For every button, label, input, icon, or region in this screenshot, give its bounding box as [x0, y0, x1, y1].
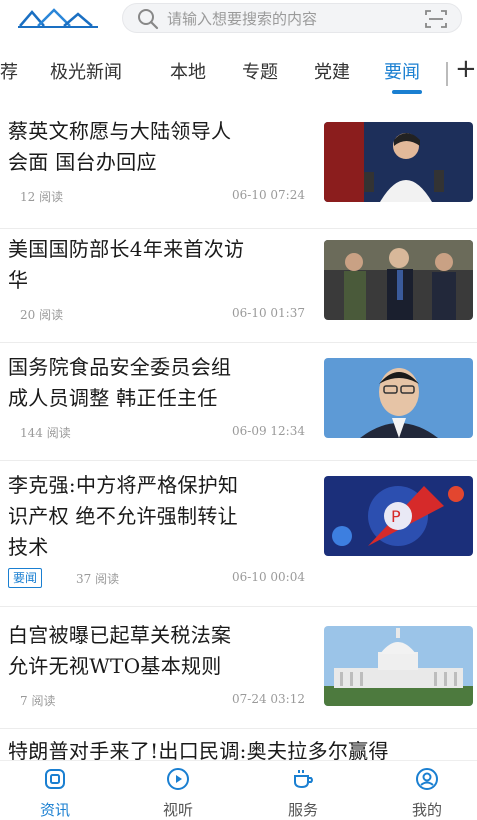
- play-icon: [167, 768, 189, 790]
- add-tab-icon[interactable]: +: [455, 54, 477, 84]
- active-tab-indicator: [392, 90, 422, 94]
- title-line: 美国国防部长4年来首次访: [8, 237, 245, 261]
- tab-special[interactable]: 专题: [242, 58, 278, 84]
- tab-aurora-news[interactable]: 极光新闻: [50, 58, 122, 84]
- timestamp: 06-09 12:34: [232, 424, 305, 438]
- top-bar: [0, 0, 477, 38]
- news-icon: [45, 769, 65, 789]
- read-count: 12 阅读: [20, 190, 64, 204]
- list-item[interactable]: 美国国防部长4年来首次访 华 20 阅读 06-10 01:37: [0, 228, 477, 340]
- tab-headlines[interactable]: 要闻: [384, 58, 420, 84]
- read-count: 20 阅读: [20, 308, 64, 322]
- read-count: 144 阅读: [20, 426, 71, 440]
- tab-local[interactable]: 本地: [170, 58, 206, 84]
- portrait-photo-icon: [324, 358, 473, 438]
- article-title: 国务院食品安全委员会组 成人员调整 韩正任主任: [8, 352, 308, 414]
- logo-icon: [18, 8, 98, 28]
- article-title: 李克强:中方将严格保护知 识产权 绝不允许强制转让 技术: [8, 470, 308, 563]
- timestamp: 06-10 07:24: [232, 188, 305, 202]
- headline-badge: 要闻: [8, 568, 43, 588]
- article-title: 白宫被曝已起草关税法案 允许无视WTO基本规则: [8, 620, 308, 682]
- tab-party[interactable]: 党建: [314, 58, 350, 84]
- list-item[interactable]: 国务院食品安全委员会组 成人员调整 韩正任主任 144 阅读 06-09 12:…: [0, 346, 477, 458]
- nav-services[interactable]: 服务: [268, 761, 338, 819]
- scan-icon[interactable]: [425, 9, 447, 29]
- title-line: 蔡英文称愿与大陆领导人: [8, 119, 232, 143]
- timestamp: 06-10 00:04: [232, 570, 305, 584]
- article-thumbnail: P: [324, 476, 473, 556]
- title-line: 成人员调整 韩正任主任: [8, 386, 218, 410]
- search-bar[interactable]: [122, 3, 462, 33]
- read-count: 7 阅读: [20, 694, 56, 708]
- bottom-nav: 资讯 视听 服务 我的: [0, 760, 477, 819]
- timestamp: 06-10 01:37: [232, 306, 305, 320]
- list-item[interactable]: 蔡英文称愿与大陆领导人 会面 国台办回应 12 阅读 06-10 07:24: [0, 110, 477, 222]
- tab-divider: [446, 62, 448, 86]
- coffee-icon: [294, 770, 313, 789]
- profile-icon: [416, 768, 438, 790]
- search-input[interactable]: [167, 8, 407, 30]
- title-line: 识产权 绝不允许强制转让: [8, 504, 238, 528]
- read-count: 37 阅读: [76, 572, 120, 586]
- divider: [0, 606, 477, 607]
- title-line: 允许无视WTO基本规则: [8, 654, 222, 678]
- title-line: 白宫被曝已起草关税法案: [8, 623, 232, 647]
- list-item[interactable]: 特朗普对手来了!出口民调:奥夫拉多尔赢得: [0, 736, 477, 760]
- category-tabs: 荐 极光新闻 本地 专题 党建 要闻 +: [0, 50, 477, 98]
- article-title: 蔡英文称愿与大陆领导人 会面 国台办回应: [8, 116, 308, 178]
- nav-media[interactable]: 视听: [143, 761, 213, 819]
- search-icon: [138, 9, 159, 30]
- divider: [0, 342, 477, 343]
- title-line: 国务院食品安全委员会组: [8, 355, 232, 379]
- title-line: 李克强:中方将严格保护知: [8, 473, 239, 497]
- title-line: 华: [8, 268, 29, 292]
- article-thumbnail: [324, 626, 473, 706]
- title-line: 会面 国台办回应: [8, 150, 157, 174]
- divider: [0, 460, 477, 461]
- app-logo[interactable]: [16, 6, 100, 30]
- list-item[interactable]: 白宫被曝已起草关税法案 允许无视WTO基本规则 7 阅读 07-24 03:12: [0, 614, 477, 726]
- title-line: 技术: [8, 535, 49, 559]
- title-line: 特朗普对手来了!出口民调:奥夫拉多尔赢得: [8, 739, 389, 760]
- article-thumbnail: [324, 240, 473, 320]
- news-photo-icon: [324, 122, 473, 202]
- news-photo-icon: [324, 240, 473, 320]
- list-item[interactable]: 李克强:中方将严格保护知 识产权 绝不允许强制转让 技术 要闻 37 阅读 06…: [0, 464, 477, 604]
- article-thumbnail: [324, 122, 473, 202]
- nav-news[interactable]: 资讯: [20, 761, 90, 819]
- article-title: 美国国防部长4年来首次访 华: [8, 234, 308, 296]
- article-title: 特朗普对手来了!出口民调:奥夫拉多尔赢得: [8, 736, 477, 760]
- article-thumbnail: [324, 358, 473, 438]
- nav-profile[interactable]: 我的: [392, 761, 462, 819]
- timestamp: 07-24 03:12: [232, 692, 305, 706]
- divider: [0, 728, 477, 729]
- tab-recommend[interactable]: 荐: [0, 58, 18, 84]
- capitol-building-photo-icon: [324, 626, 473, 706]
- ip-protection-illustration-icon: P: [324, 476, 473, 556]
- svg-text:P: P: [391, 507, 401, 526]
